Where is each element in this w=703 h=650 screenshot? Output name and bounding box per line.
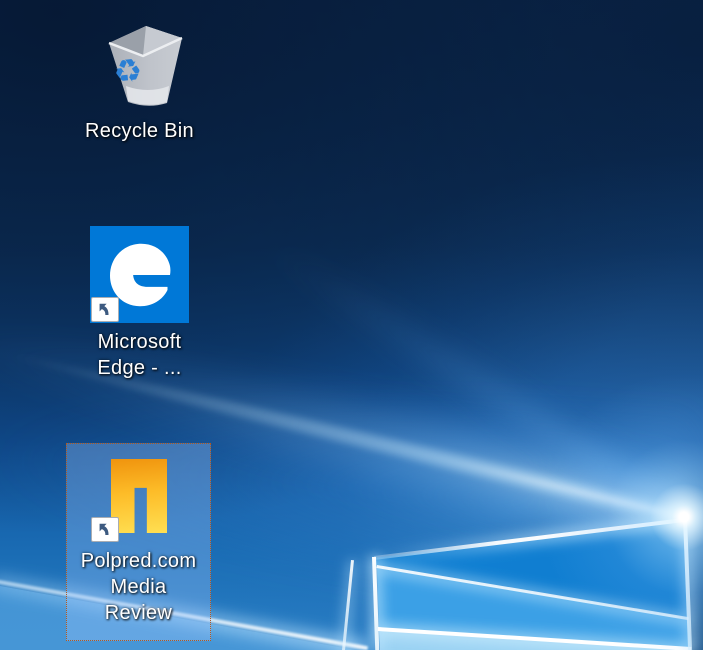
icon-label-line: Review [81, 600, 197, 626]
shortcut-arrow-icon [91, 517, 119, 542]
shortcut-arrow-icon [91, 297, 119, 322]
window-logo-divider2-glow [377, 623, 691, 650]
window-logo-top-edge-glow [374, 514, 685, 564]
desktop-icon-microsoft-edge[interactable]: Microsoft Edge - ... [66, 226, 213, 381]
window-logo-divider2 [378, 627, 692, 650]
window-logo-left-edge [372, 557, 379, 650]
icon-label-recycle-bin: Recycle Bin [85, 118, 194, 144]
icon-label-line: Edge - ... [97, 355, 181, 381]
desktop-icon-recycle-bin[interactable]: ♻ Recycle Bin [66, 14, 213, 144]
window-logo-top-edge [374, 518, 684, 559]
window-logo-right-edge-glow [680, 518, 697, 650]
icon-label-polpred: Polpred.com Media Review [81, 548, 197, 626]
wallpaper-corner-flare [514, 347, 703, 650]
icon-label-microsoft-edge: Microsoft Edge - ... [97, 329, 181, 381]
window-logo-mullion [342, 560, 354, 650]
icon-label-line: Media [81, 574, 197, 600]
recycle-symbol-icon: ♻ [111, 52, 143, 91]
edge-logo-icon [90, 226, 189, 323]
icon-label-line: Polpred.com [81, 548, 197, 574]
recycle-bin-icon: ♻ [92, 14, 188, 110]
window-logo-divider1 [377, 565, 689, 620]
window-logo-mullion-glow [339, 560, 358, 650]
polpred-logo-icon [67, 459, 210, 543]
wallpaper-light-ray [249, 221, 699, 540]
polpred-n-glyph [111, 459, 167, 533]
window-logo-right-edge [683, 518, 692, 650]
window-logo-left-edge-glow [368, 556, 384, 650]
desktop-icon-polpred-media-review[interactable]: Polpred.com Media Review [66, 443, 211, 641]
window-logo-divider1-glow [375, 562, 688, 625]
desktop-wallpaper[interactable]: ♻ Recycle Bin Microsoft Edge - ... Polpr… [0, 0, 703, 650]
icon-label-line: Microsoft [97, 329, 181, 355]
